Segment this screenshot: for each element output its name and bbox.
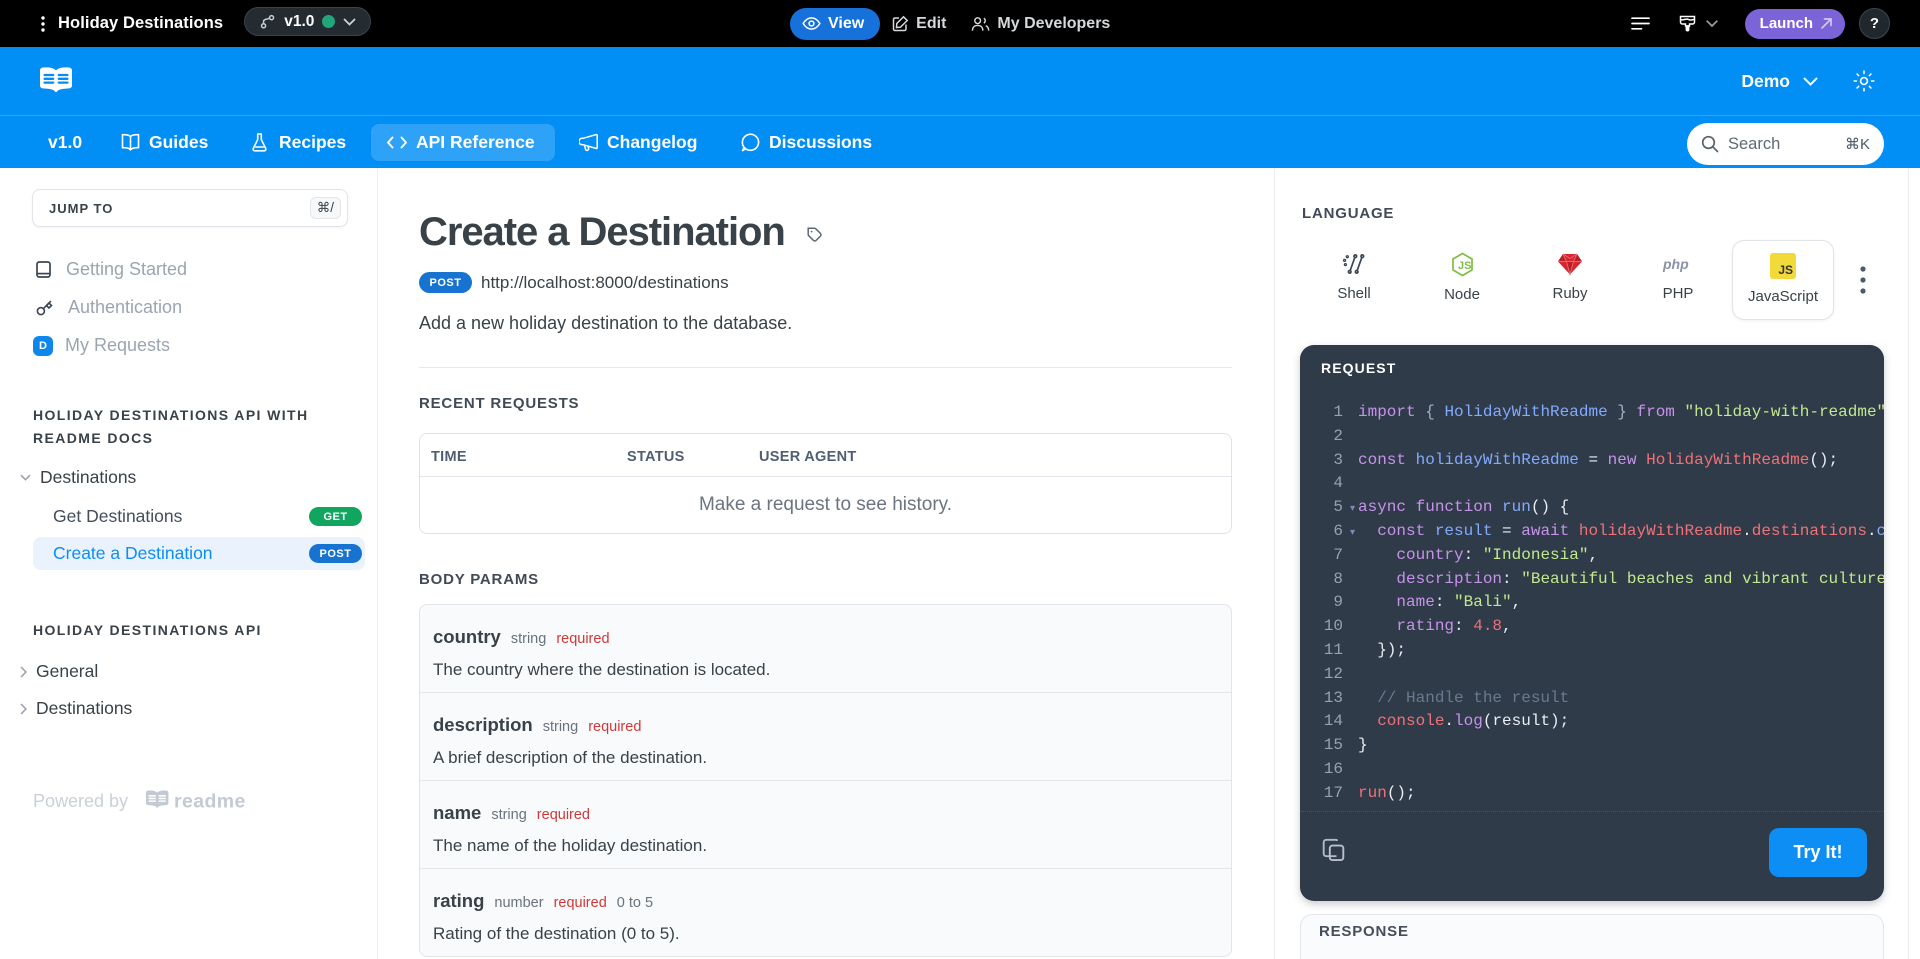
- svg-text:JS: JS: [1458, 260, 1471, 272]
- svg-text:readme: readme: [174, 791, 246, 813]
- svg-text:php: php: [1662, 256, 1689, 272]
